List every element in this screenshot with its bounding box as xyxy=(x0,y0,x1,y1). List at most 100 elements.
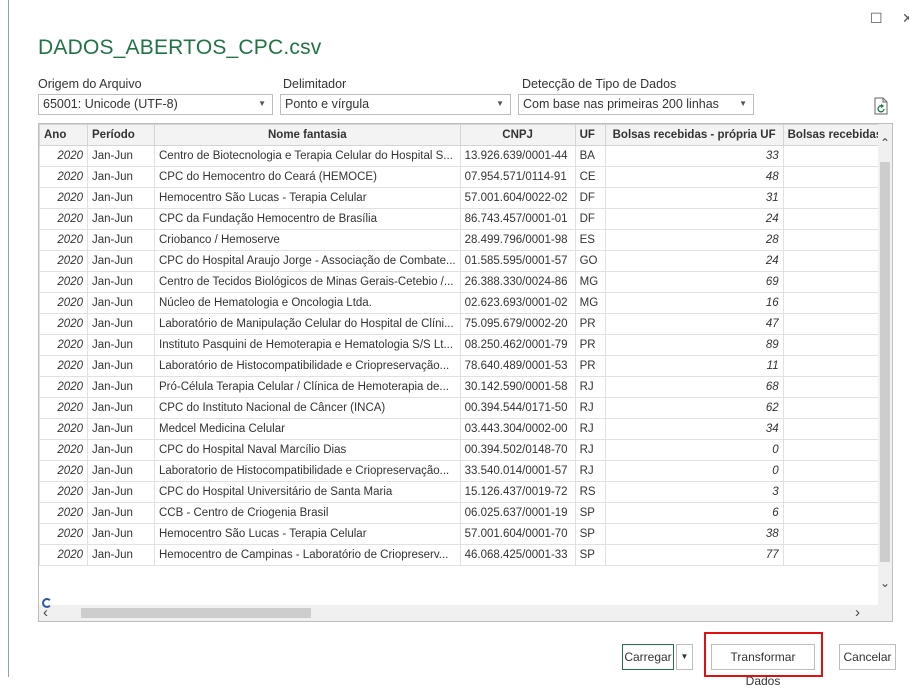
cell-uf: RJ xyxy=(574,460,606,482)
load-options-dropdown[interactable]: ▼ xyxy=(676,644,693,670)
cell-nome: Instituto Pasquini de Hemoterapia e Hema… xyxy=(154,334,461,356)
cell-bolsas: 77 xyxy=(604,544,784,566)
cell-ano: 2020 xyxy=(39,439,88,461)
cell-bolsas-2 xyxy=(782,355,888,377)
cell-uf: BA xyxy=(574,145,606,167)
cell-ano: 2020 xyxy=(39,418,88,440)
scroll-down-icon[interactable]: ⌄ xyxy=(878,576,892,590)
origin-dropdown[interactable]: 65001: Unicode (UTF-8) ▼ xyxy=(38,94,273,115)
cell-cnpj: 26.388.330/0024-86 xyxy=(459,271,576,293)
maximize-button[interactable]: ☐ xyxy=(870,10,883,27)
cell-ano: 2020 xyxy=(39,523,88,545)
cell-ano: 2020 xyxy=(39,334,88,356)
cell-cnpj: 02.623.693/0001-02 xyxy=(459,292,576,314)
cell-nome: CCB - Centro de Criogenia Brasil xyxy=(154,502,461,524)
table-row: 2020 Jan-Jun Hemocentro São Lucas - Terapi… xyxy=(39,523,888,545)
cell-uf: DF xyxy=(574,187,606,209)
cell-nome: Pró-Célula Terapia Celular / Clínica de … xyxy=(154,376,461,398)
cell-bolsas: 6 xyxy=(604,502,784,524)
column-header-bolsas-recebidas[interactable]: Bolsas recebidas xyxy=(782,124,888,146)
data-preview-table: Ano Período Nome fantasia CNPJ UF Bolsas… xyxy=(39,124,888,566)
cell-nome: Hemocentro de Campinas - Laboratório de … xyxy=(154,544,461,566)
table-row: 2020 Jan-Jun Centro de Tecidos Biológicos … xyxy=(39,271,888,293)
cell-bolsas-2 xyxy=(782,502,888,524)
cell-bolsas-2 xyxy=(782,481,888,503)
cell-uf: PR xyxy=(574,355,606,377)
cell-bolsas-2 xyxy=(782,145,888,167)
scroll-up-icon[interactable]: ⌃ xyxy=(878,136,892,150)
table-row: 2020 Jan-Jun Laboratorio de Histocompatibi… xyxy=(39,460,888,482)
cell-cnpj: 78.640.489/0001-53 xyxy=(459,355,576,377)
chevron-down-icon: ▼ xyxy=(258,99,266,108)
data-preview-grid: Ano Período Nome fantasia CNPJ UF Bolsas… xyxy=(38,123,893,622)
cell-uf: SP xyxy=(574,523,606,545)
cell-ano: 2020 xyxy=(39,397,88,419)
load-button[interactable]: Carregar xyxy=(622,644,674,670)
cell-bolsas: 38 xyxy=(604,523,784,545)
vertical-scroll-thumb[interactable] xyxy=(880,162,890,562)
cell-cnpj: 57.001.604/0001-70 xyxy=(459,523,576,545)
cell-bolsas-2 xyxy=(782,313,888,335)
cell-bolsas-2 xyxy=(782,166,888,188)
horizontal-scrollbar[interactable]: ‹ › xyxy=(39,604,892,621)
cell-periodo: Jan-Jun xyxy=(87,376,155,398)
close-button[interactable]: ✕ xyxy=(902,10,909,27)
column-header-uf[interactable]: UF xyxy=(574,124,606,146)
cell-nome: Laboratório de Histocompatibilidade e Cr… xyxy=(154,355,461,377)
cell-cnpj: 00.394.544/0171-50 xyxy=(459,397,576,419)
column-header-periodo[interactable]: Período xyxy=(87,124,155,146)
cell-ano: 2020 xyxy=(39,145,88,167)
cell-uf: RJ xyxy=(574,397,606,419)
cell-uf: PR xyxy=(574,334,606,356)
cell-uf: RS xyxy=(574,481,606,503)
cell-ano: 2020 xyxy=(39,502,88,524)
cell-bolsas-2 xyxy=(782,418,888,440)
cell-bolsas: 0 xyxy=(604,460,784,482)
cell-periodo: Jan-Jun xyxy=(87,313,155,335)
column-header-nome-fantasia[interactable]: Nome fantasia xyxy=(154,124,461,146)
loading-spinner-icon xyxy=(42,598,52,608)
vertical-scrollbar[interactable]: ⌃ ⌄ xyxy=(878,124,892,606)
cell-cnpj: 03.443.304/0002-00 xyxy=(459,418,576,440)
column-header-ano[interactable]: Ano xyxy=(39,124,88,146)
delimiter-dropdown[interactable]: Ponto e vírgula ▼ xyxy=(280,94,511,115)
cell-bolsas-2 xyxy=(782,523,888,545)
column-header-cnpj[interactable]: CNPJ xyxy=(459,124,576,146)
cell-periodo: Jan-Jun xyxy=(87,292,155,314)
table-row: 2020 Jan-Jun Instituto Pasquini de Hemoter… xyxy=(39,334,888,356)
cell-uf: CE xyxy=(574,166,606,188)
cell-nome: Laboratorio de Histocompatibilidade e Cr… xyxy=(154,460,461,482)
chevron-down-icon: ▼ xyxy=(680,652,689,661)
delimiter-value: Ponto e vírgula xyxy=(285,97,370,111)
cell-bolsas: 24 xyxy=(604,250,784,272)
cell-uf: SP xyxy=(574,502,606,524)
cell-ano: 2020 xyxy=(39,271,88,293)
cell-bolsas-2 xyxy=(782,544,888,566)
cell-periodo: Jan-Jun xyxy=(87,229,155,251)
cell-bolsas: 11 xyxy=(604,355,784,377)
cancel-button[interactable]: Cancelar xyxy=(839,644,896,670)
cell-bolsas: 24 xyxy=(604,208,784,230)
cell-cnpj: 15.126.437/0019-72 xyxy=(459,481,576,503)
cell-uf: RJ xyxy=(574,418,606,440)
cell-ano: 2020 xyxy=(39,376,88,398)
detection-dropdown[interactable]: Com base nas primeiras 200 linhas ▼ xyxy=(518,94,754,115)
file-title: DADOS_ABERTOS_CPC.csv xyxy=(38,36,322,59)
window-left-border xyxy=(8,0,9,677)
horizontal-scroll-thumb[interactable] xyxy=(81,608,311,618)
cell-bolsas: 69 xyxy=(604,271,784,293)
cell-periodo: Jan-Jun xyxy=(87,271,155,293)
cell-periodo: Jan-Jun xyxy=(87,166,155,188)
cell-nome: CPC do Hemocentro do Ceará (HEMOCE) xyxy=(154,166,461,188)
refresh-document-icon[interactable] xyxy=(873,97,889,115)
cell-cnpj: 57.001.604/0022-02 xyxy=(459,187,576,209)
cell-periodo: Jan-Jun xyxy=(87,397,155,419)
cell-uf: RJ xyxy=(574,439,606,461)
table-row: 2020 Jan-Jun CPC da Fundação Hemocentro de… xyxy=(39,208,888,230)
column-header-bolsas-propria-uf[interactable]: Bolsas recebidas - própria UF xyxy=(604,124,784,146)
cell-cnpj: 13.926.639/0001-44 xyxy=(459,145,576,167)
cell-nome: Hemocentro São Lucas - Terapia Celular xyxy=(154,523,461,545)
table-row: 2020 Jan-Jun CPC do Instituto Nacional de … xyxy=(39,397,888,419)
cell-bolsas-2 xyxy=(782,187,888,209)
scroll-right-icon[interactable]: › xyxy=(855,604,860,621)
